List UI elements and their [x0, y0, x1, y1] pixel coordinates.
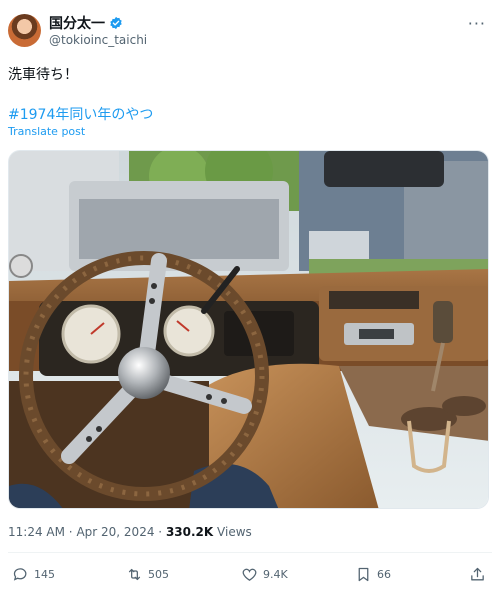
views-count: 330.2K: [165, 525, 214, 539]
tweet-header: 国分太一 @tokioinc_taichi ···: [8, 12, 492, 52]
hashtag-link[interactable]: #1974年同い年のやつ: [8, 104, 153, 124]
tweet-photo[interactable]: [8, 150, 489, 509]
bookmark-count: 66: [377, 568, 391, 581]
more-icon[interactable]: ···: [468, 14, 486, 33]
bookmark-icon: [358, 567, 369, 582]
bookmark-button[interactable]: 66: [355, 566, 391, 583]
repost-count: 505: [148, 568, 169, 581]
reply-count: 145: [34, 568, 55, 581]
action-bar: 145 505 9.4K 66: [8, 566, 492, 588]
repost-icon: [128, 568, 141, 581]
meta-separator: ·: [68, 525, 73, 539]
avatar[interactable]: [8, 14, 41, 47]
share-button[interactable]: [469, 566, 486, 583]
like-count: 9.4K: [263, 568, 288, 581]
views-label: Views: [217, 525, 252, 539]
share-icon: [471, 567, 484, 581]
verified-icon: [110, 16, 122, 30]
repost-button[interactable]: 505: [126, 566, 169, 583]
reply-button[interactable]: 145: [12, 566, 55, 583]
tweet-text: 洗車待ち！: [8, 67, 78, 83]
like-button[interactable]: 9.4K: [241, 566, 288, 583]
tweet-date[interactable]: Apr 20, 2024: [76, 525, 154, 539]
name-row: 国分太一: [49, 14, 123, 32]
tweet-meta: 11:24 AM · Apr 20, 2024 · 330.2K Views: [8, 525, 252, 539]
tweet-time[interactable]: 11:24 AM: [8, 525, 65, 539]
reply-icon: [13, 568, 27, 581]
display-name[interactable]: 国分太一: [49, 13, 105, 33]
like-icon: [242, 568, 257, 581]
handle[interactable]: @tokioinc_taichi: [49, 33, 147, 47]
divider: [8, 552, 492, 553]
meta-separator-2: ·: [158, 525, 163, 539]
car-interior-image: [9, 151, 488, 508]
translate-post-link[interactable]: Translate post: [8, 125, 85, 138]
